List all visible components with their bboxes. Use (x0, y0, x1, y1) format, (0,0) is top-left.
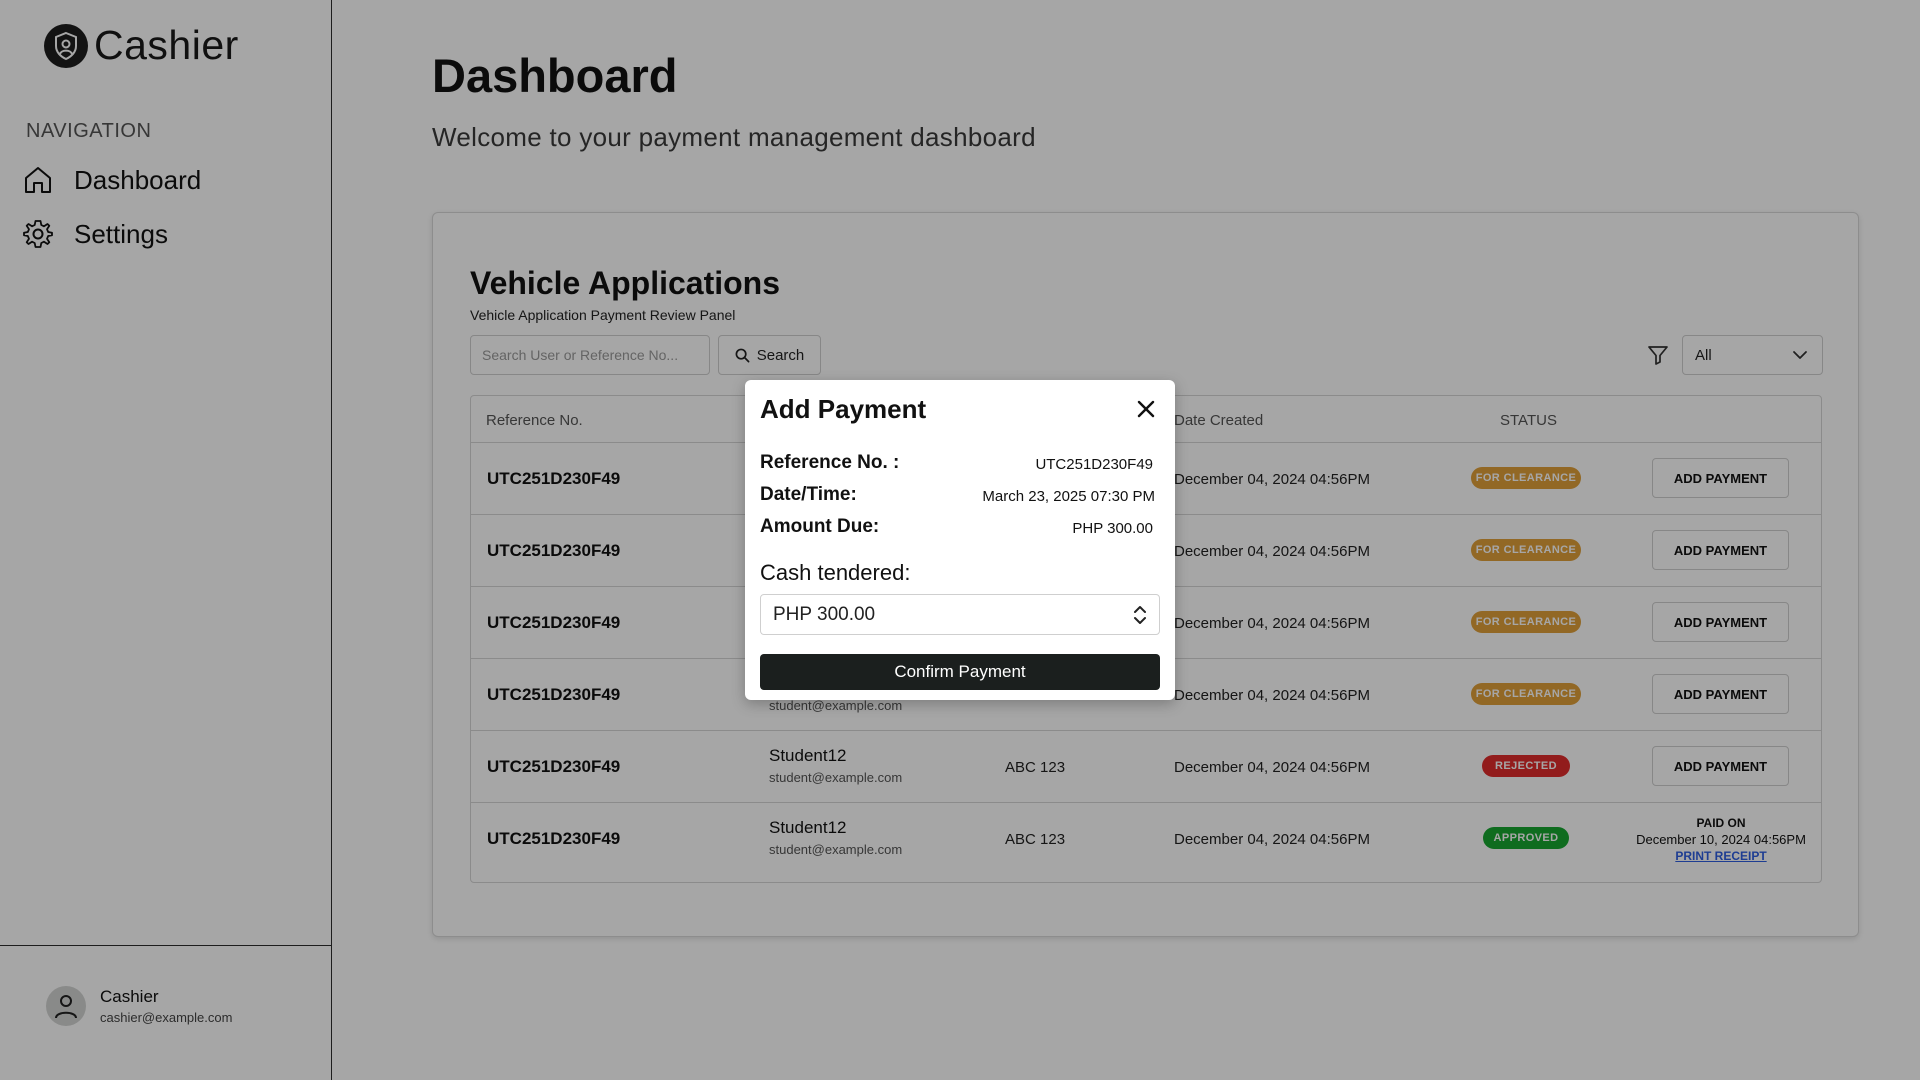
stepper-icon[interactable] (1133, 605, 1147, 625)
cash-tendered-input[interactable]: PHP 300.00 (760, 594, 1160, 635)
add-payment-modal: Add Payment Reference No. : UTC251D230F4… (745, 380, 1175, 700)
datetime-label: Date/Time: (760, 484, 857, 505)
datetime-value: March 23, 2025 07:30 PM (982, 488, 1155, 505)
reference-label: Reference No. : (760, 452, 900, 473)
reference-value: UTC251D230F49 (1035, 456, 1153, 473)
confirm-payment-button[interactable]: Confirm Payment (760, 654, 1160, 690)
amount-due-label: Amount Due: (760, 516, 880, 537)
amount-due-value: PHP 300.00 (1072, 520, 1153, 537)
close-icon[interactable] (1133, 396, 1159, 422)
cash-tendered-value: PHP 300.00 (773, 603, 876, 625)
cash-tendered-label: Cash tendered: (760, 560, 911, 585)
modal-title: Add Payment (760, 394, 927, 424)
